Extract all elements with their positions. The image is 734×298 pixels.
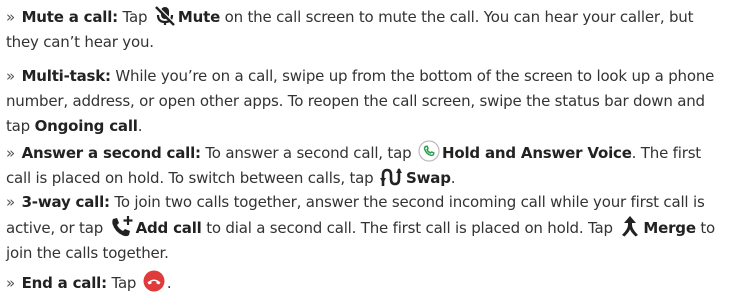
item-command: Swap bbox=[406, 169, 451, 187]
list-item-mute-a-call: » Mute a call: Tap Mute on the call scre… bbox=[6, 5, 730, 55]
bullet: » bbox=[6, 274, 15, 292]
item-title: 3-way call: bbox=[21, 193, 110, 211]
list-item-end-a-call: » End a call: Tap . bbox=[6, 270, 730, 296]
list-item-multi-task: » Multi-task: While you’re on a call, sw… bbox=[6, 64, 730, 139]
bullet: » bbox=[6, 67, 15, 85]
bullet: » bbox=[6, 8, 15, 26]
item-command: Merge bbox=[643, 219, 696, 237]
item-text: . bbox=[137, 117, 143, 135]
item-command: Mute bbox=[177, 8, 221, 26]
end-call-icon bbox=[143, 270, 165, 292]
item-title: Mute a call: bbox=[21, 8, 119, 26]
list-item-answer-second-call: » Answer a second call: To answer a seco… bbox=[6, 140, 730, 191]
instructions: » Mute a call: Tap Mute on the call scre… bbox=[0, 0, 734, 298]
phone-circle-icon bbox=[418, 140, 440, 162]
item-text: Tap bbox=[117, 8, 152, 26]
list-item-3-way-call: » 3-way call: To join two calls together… bbox=[6, 190, 730, 266]
item-text: . bbox=[450, 169, 456, 187]
item-text: To answer a second call, tap bbox=[200, 144, 416, 162]
item-command: Add call bbox=[135, 219, 202, 237]
item-command: Ongoing call bbox=[34, 117, 138, 135]
swap-icon bbox=[380, 167, 404, 187]
item-title: Answer a second call: bbox=[21, 144, 201, 162]
item-command: Hold and Answer Voice bbox=[441, 144, 632, 162]
add-call-icon bbox=[110, 215, 134, 237]
item-text: . bbox=[166, 274, 172, 292]
bullet: » bbox=[6, 144, 15, 162]
mic-off-icon bbox=[154, 6, 176, 26]
merge-icon bbox=[619, 215, 641, 237]
bullet: » bbox=[6, 193, 15, 211]
item-title: End a call: bbox=[21, 274, 108, 292]
item-text: to dial a second call. The first call is… bbox=[201, 219, 618, 237]
item-text: Tap bbox=[106, 274, 141, 292]
item-title: Multi-task: bbox=[21, 67, 111, 85]
